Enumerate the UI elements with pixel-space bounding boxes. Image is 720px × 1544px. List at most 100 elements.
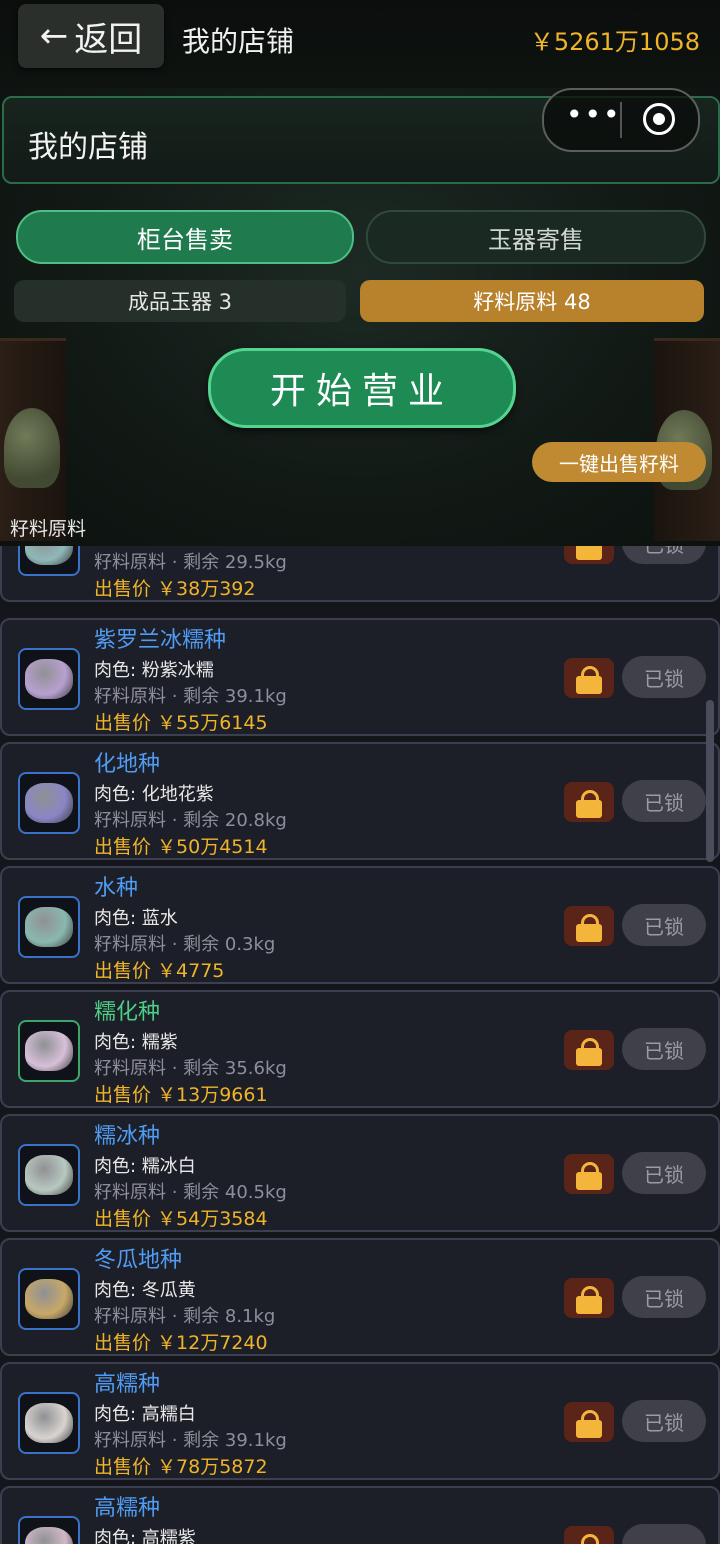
lock-icon xyxy=(576,1534,602,1544)
lock-icon xyxy=(576,790,602,818)
jade-statue-left xyxy=(4,408,60,488)
jade-thumbnail xyxy=(18,772,80,834)
jade-thumbnail xyxy=(18,896,80,958)
lock-icon xyxy=(576,1286,602,1314)
capsule-divider xyxy=(620,102,622,138)
back-label: 返回 xyxy=(74,19,143,60)
item-price: 出售价 ￥78万5872 xyxy=(94,1456,268,1478)
lock-button[interactable] xyxy=(564,546,614,564)
shop-title: 我的店铺 xyxy=(28,130,148,165)
item-meta: 籽料原料 · 剩余 39.1kg xyxy=(94,1430,287,1451)
start-business-button[interactable]: 开始营业 xyxy=(208,348,516,428)
app-root: ← 返回 我的店铺 ￥5261万1058 我的店铺 ••• 柜台售卖 玉器寄售 … xyxy=(0,0,720,1544)
item-meta: 籽料原料 · 剩余 0.3kg xyxy=(94,934,276,955)
jade-stone-image xyxy=(25,1155,73,1195)
item-name: 糯化种 xyxy=(94,1000,161,1025)
item-color: 肉色: 糯冰白 xyxy=(94,1156,196,1177)
material-list[interactable]: 肉色: 糯蓝水籽料原料 · 剩余 29.5kg出售价 ￥38万392已锁紫罗兰冰… xyxy=(0,546,720,1544)
subtab-raw-material[interactable]: 籽料原料 48 xyxy=(360,280,704,322)
jade-thumbnail xyxy=(18,648,80,710)
lock-button[interactable] xyxy=(564,906,614,946)
item-color: 肉色: 糯紫 xyxy=(94,1032,178,1053)
item-name: 化地种 xyxy=(94,752,161,777)
item-color: 肉色: 蓝水 xyxy=(94,908,178,929)
locked-status-button[interactable]: 已锁 xyxy=(622,1152,706,1194)
page-title: 我的店铺 xyxy=(182,25,295,58)
item-meta: 籽料原料 · 剩余 35.6kg xyxy=(94,1058,287,1079)
locked-status-button[interactable]: 已锁 xyxy=(622,780,706,822)
lock-icon xyxy=(576,1038,602,1066)
locked-status-button[interactable] xyxy=(622,1524,706,1544)
jade-stone-image xyxy=(25,546,73,565)
item-name: 高糯种 xyxy=(94,1372,161,1397)
jade-thumbnail xyxy=(18,1144,80,1206)
lock-icon xyxy=(576,1410,602,1438)
locked-status-button[interactable]: 已锁 xyxy=(622,904,706,946)
lock-button[interactable] xyxy=(564,1402,614,1442)
scrollbar[interactable] xyxy=(706,700,714,862)
jade-stone-image xyxy=(25,659,73,699)
jade-stone-image xyxy=(25,1403,73,1443)
back-arrow-icon: ← xyxy=(39,16,69,56)
item-color: 肉色: 高糯白 xyxy=(94,1404,196,1425)
lock-button[interactable] xyxy=(564,1526,614,1544)
item-name: 高糯种 xyxy=(94,1496,161,1521)
item-name: 紫罗兰冰糯种 xyxy=(94,628,227,653)
item-name: 水种 xyxy=(94,876,139,901)
locked-status-button[interactable]: 已锁 xyxy=(622,1276,706,1318)
list-item[interactable]: 冬瓜地种 肉色: 冬瓜黄 籽料原料 · 剩余 8.1kg 出售价 ￥12万7240 已锁 xyxy=(0,1238,720,1356)
list-item[interactable]: 高糯种肉色: 高糯紫 xyxy=(0,1486,720,1544)
tab-counter-sale[interactable]: 柜台售卖 xyxy=(16,210,354,264)
item-meta: 籽料原料 · 剩余 39.1kg xyxy=(94,686,287,707)
list-item[interactable]: 高糯种肉色: 高糯白籽料原料 · 剩余 39.1kg 出售价 ￥78万5872 已锁 xyxy=(0,1362,720,1480)
item-meta: 籽料原料 · 剩余 20.8kg xyxy=(94,810,287,831)
jade-thumbnail xyxy=(18,1516,80,1544)
lock-button[interactable] xyxy=(564,1154,614,1194)
item-meta: 籽料原料 · 剩余 8.1kg xyxy=(94,1306,276,1327)
lock-button[interactable] xyxy=(564,1278,614,1318)
item-name: 冬瓜地种 xyxy=(94,1248,183,1273)
lock-icon xyxy=(576,666,602,694)
item-meta: 籽料原料 · 剩余 40.5kg xyxy=(94,1182,287,1203)
list-item[interactable]: 糯化种 肉色: 糯紫 籽料原料 · 剩余 35.6kg 出售价 ￥13万9661 已锁 xyxy=(0,990,720,1108)
item-color: 肉色: 粉紫冰糯 xyxy=(94,660,214,681)
back-button[interactable]: ← 返回 xyxy=(18,4,164,68)
list-item[interactable]: 化地种 肉色: 化地花紫 籽料原料 · 剩余 20.8kg 出售价 ￥50万4514 已… xyxy=(0,742,720,860)
item-price: 出售价 ￥50万4514 xyxy=(94,836,268,858)
more-icon[interactable]: ••• xyxy=(566,98,622,131)
lock-button[interactable] xyxy=(564,1030,614,1070)
lock-icon xyxy=(576,914,602,942)
jade-stone-image xyxy=(25,907,73,947)
lock-icon xyxy=(576,546,602,560)
jade-stone-image xyxy=(25,1031,73,1071)
tab-consignment[interactable]: 玉器寄售 xyxy=(366,210,706,264)
item-price: 出售价 ￥54万3584 xyxy=(94,1208,268,1230)
jade-stone-image xyxy=(25,1279,73,1319)
jade-stone-image xyxy=(25,783,73,823)
locked-status-button[interactable]: 已锁 xyxy=(622,546,706,564)
lock-button[interactable] xyxy=(564,658,614,698)
item-price: 出售价 ￥12万7240 xyxy=(94,1332,268,1354)
balance-display: ￥5261万1058 xyxy=(529,28,700,56)
top-bar: ← 返回 我的店铺 ￥5261万1058 xyxy=(0,0,720,88)
locked-status-button[interactable]: 已锁 xyxy=(622,656,706,698)
locked-status-button[interactable]: 已锁 xyxy=(622,1028,706,1070)
jade-thumbnail xyxy=(18,1020,80,1082)
item-name: 糯冰种 xyxy=(94,1124,161,1149)
item-color: 肉色: 高糯紫 xyxy=(94,1528,196,1544)
item-price: 出售价 ￥4775 xyxy=(94,960,225,982)
section-label: 籽料原料 xyxy=(10,518,87,540)
item-price: 出售价 ￥55万6145 xyxy=(94,712,268,734)
lock-button[interactable] xyxy=(564,782,614,822)
miniprogram-capsule: ••• xyxy=(542,88,700,152)
list-item[interactable]: 水种肉色: 蓝水籽料原料 · 剩余 0.3kg 出售价 ￥4775 已锁 xyxy=(0,866,720,984)
sell-all-button[interactable]: 一键出售籽料 xyxy=(532,442,706,482)
list-item[interactable]: 糯冰种肉色: 糯冰白籽料原料 · 剩余 40.5kg 出售价 ￥54万3584 已锁 xyxy=(0,1114,720,1232)
jade-thumbnail xyxy=(18,1268,80,1330)
subtab-finished-jade[interactable]: 成品玉器 3 xyxy=(14,280,346,322)
close-target-icon[interactable] xyxy=(643,103,675,135)
list-item[interactable]: 紫罗兰冰糯种肉色: 粉紫冰糯籽料原料 · 剩余 39.1kg 出售价 ￥55万61… xyxy=(0,618,720,736)
locked-status-button[interactable]: 已锁 xyxy=(622,1400,706,1442)
list-item[interactable]: 肉色: 糯蓝水籽料原料 · 剩余 29.5kg出售价 ￥38万392已锁 xyxy=(0,546,720,602)
jade-thumbnail xyxy=(18,546,80,576)
